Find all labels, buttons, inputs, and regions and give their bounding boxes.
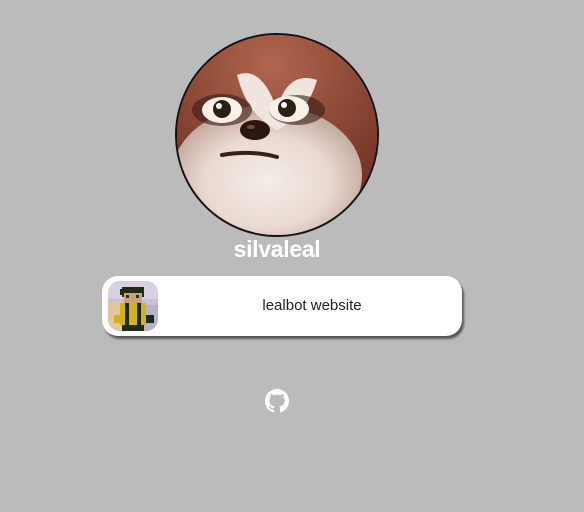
red-panda-avatar-icon xyxy=(177,35,377,235)
github-icon[interactable] xyxy=(265,389,289,413)
link-thumbnail xyxy=(108,281,158,331)
link-label: lealbot website xyxy=(262,297,362,314)
github-icon-svg xyxy=(265,389,289,413)
link-card-lealbot-website[interactable]: lealbot website xyxy=(102,276,462,336)
blocky-character-thumbnail-icon xyxy=(108,281,158,331)
profile-page: silvaleal lealbot website xyxy=(0,0,584,512)
profile-username: silvaleal xyxy=(233,236,321,262)
profile-avatar xyxy=(175,33,379,237)
